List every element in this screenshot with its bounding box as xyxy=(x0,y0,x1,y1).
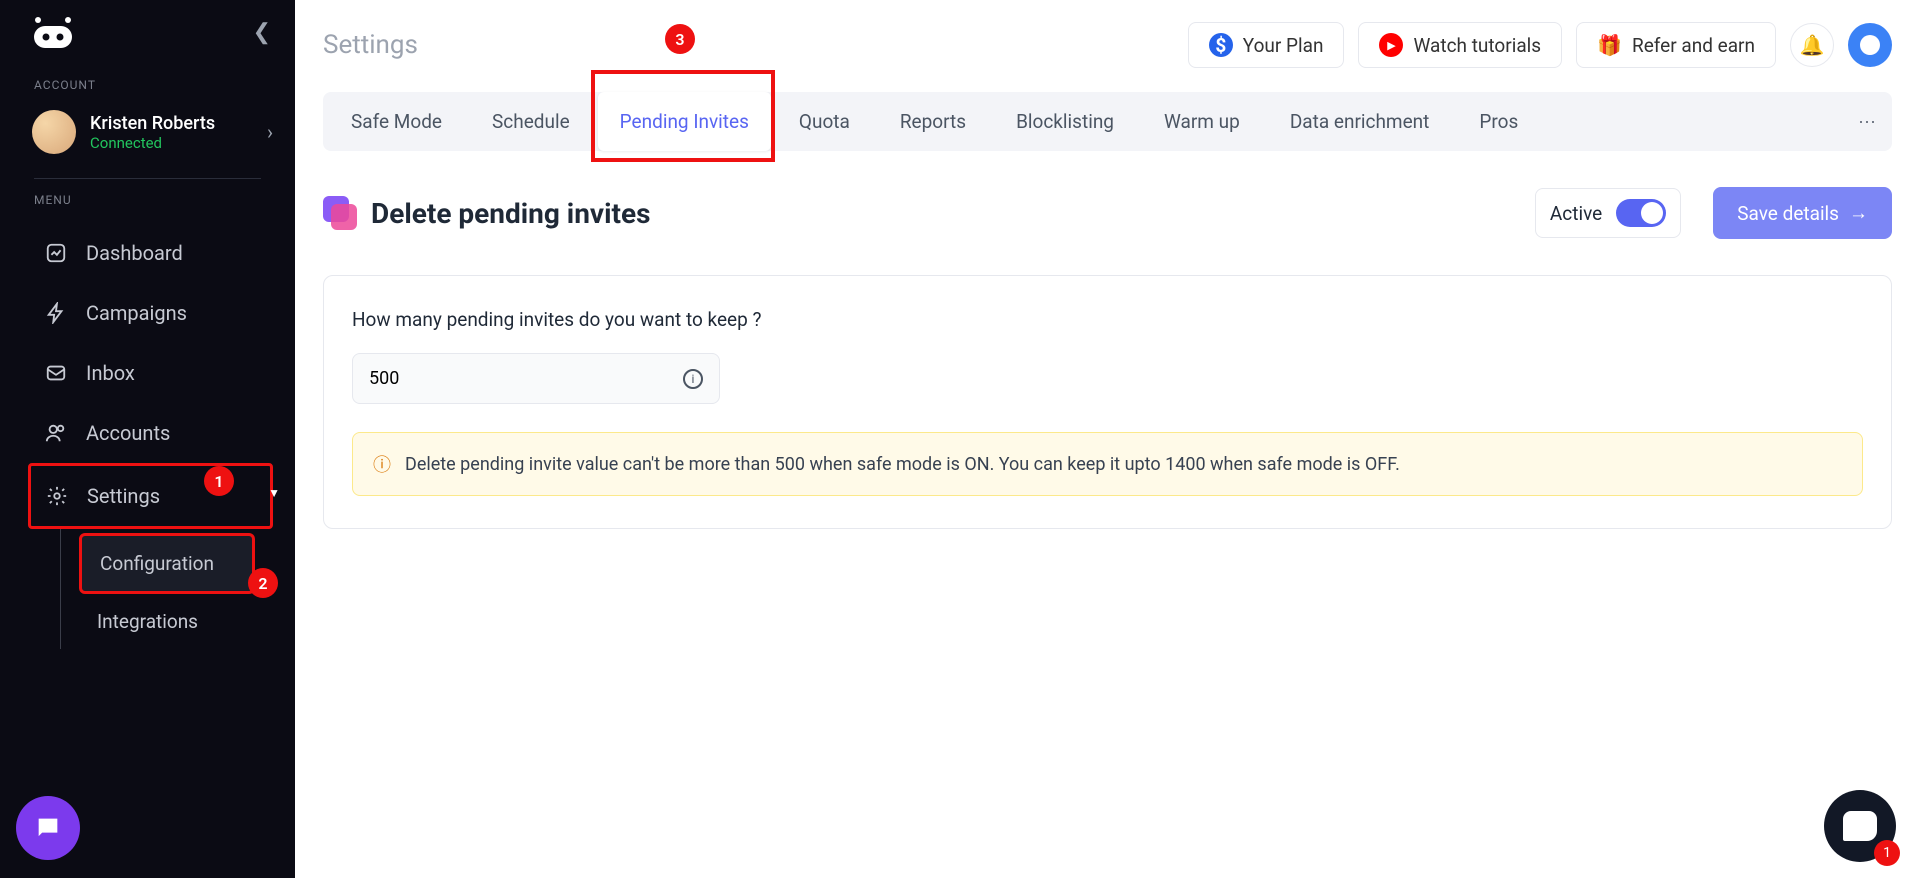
notifications-button[interactable]: 🔔 xyxy=(1790,23,1834,67)
dollar-icon: $ xyxy=(1209,33,1233,57)
active-toggle[interactable] xyxy=(1616,199,1666,227)
tab-warm-up[interactable]: Warm up xyxy=(1142,92,1262,151)
user-name: Kristen Roberts xyxy=(90,113,215,134)
sidebar-item-settings[interactable]: Settings ▼ xyxy=(28,463,273,529)
active-toggle-group: Active xyxy=(1535,188,1681,238)
annotation-badge-2: 2 xyxy=(248,568,278,598)
tab-pros[interactable]: Pros xyxy=(1457,92,1540,151)
tab-quota[interactable]: Quota xyxy=(777,92,872,151)
tabs-overflow-button[interactable]: ⋯ xyxy=(1858,112,1876,133)
youtube-icon: ▶ xyxy=(1379,33,1403,57)
chat-icon xyxy=(1843,811,1877,841)
info-icon[interactable]: i xyxy=(683,369,703,389)
sidebar-item-campaigns[interactable]: Campaigns xyxy=(0,283,295,343)
section-title: Delete pending invites xyxy=(371,197,1521,230)
submenu-integrations[interactable]: Integrations xyxy=(79,594,295,649)
tab-reports[interactable]: Reports xyxy=(878,92,988,151)
help-chat-button[interactable]: 1 xyxy=(1824,790,1896,862)
profile-avatar-button[interactable] xyxy=(1848,23,1892,67)
inbox-icon xyxy=(44,361,68,385)
tab-safe-mode[interactable]: Safe Mode xyxy=(329,92,464,151)
sidebar-item-label: Inbox xyxy=(86,361,135,385)
user-status: Connected xyxy=(90,134,215,152)
campaigns-icon xyxy=(44,301,68,325)
submenu-configuration[interactable]: Configuration xyxy=(79,533,255,594)
accounts-icon xyxy=(44,421,68,445)
tab-pending-invites[interactable]: Pending Invites xyxy=(598,92,771,151)
save-details-button[interactable]: Save details → xyxy=(1713,187,1892,239)
account-section-label: ACCOUNT xyxy=(0,64,295,102)
sidebar-item-dashboard[interactable]: Dashboard xyxy=(0,223,295,283)
app-logo xyxy=(28,12,78,52)
pending-invites-input[interactable]: 500 i xyxy=(352,353,720,404)
sidebar-item-label: Settings xyxy=(87,484,160,508)
dashboard-icon xyxy=(44,241,68,265)
question-label: How many pending invites do you want to … xyxy=(352,308,1863,331)
support-chat-button[interactable] xyxy=(16,796,80,860)
arrow-right-icon: → xyxy=(1849,201,1868,225)
tab-schedule[interactable]: Schedule xyxy=(470,92,592,151)
sidebar-item-label: Accounts xyxy=(86,421,170,445)
user-avatar xyxy=(32,110,76,154)
watch-tutorials-button[interactable]: ▶ Watch tutorials xyxy=(1358,22,1562,68)
gift-icon: 🎁 xyxy=(1597,33,1622,57)
page-title: Settings 3 xyxy=(323,30,1174,60)
your-plan-button[interactable]: $ Your Plan xyxy=(1188,22,1345,68)
warning-alert: ⓘ Delete pending invite value can't be m… xyxy=(352,432,1863,496)
sidebar-item-label: Campaigns xyxy=(86,301,187,325)
sidebar-item-inbox[interactable]: Inbox xyxy=(0,343,295,403)
refer-earn-button[interactable]: 🎁 Refer and earn xyxy=(1576,22,1776,68)
gear-icon xyxy=(45,484,69,508)
account-switcher[interactable]: Kristen Roberts Connected › xyxy=(0,102,295,172)
bell-icon: 🔔 xyxy=(1800,33,1825,57)
annotation-badge-1: 1 xyxy=(204,466,234,496)
section-icon xyxy=(323,196,357,230)
alert-icon: ⓘ xyxy=(373,451,391,477)
caret-down-icon: ▼ xyxy=(268,486,280,500)
tab-blocklisting[interactable]: Blocklisting xyxy=(994,92,1136,151)
menu-section-label: MENU xyxy=(0,179,295,217)
active-label: Active xyxy=(1550,202,1602,225)
sidebar-item-label: Dashboard xyxy=(86,241,183,265)
chevron-right-icon: › xyxy=(267,120,273,144)
collapse-sidebar-button[interactable]: ❮ xyxy=(253,20,271,45)
chat-badge: 1 xyxy=(1874,840,1900,866)
sidebar-item-accounts[interactable]: Accounts xyxy=(0,403,295,463)
tab-data-enrichment[interactable]: Data enrichment xyxy=(1268,92,1452,151)
annotation-badge-3: 3 xyxy=(665,24,695,54)
